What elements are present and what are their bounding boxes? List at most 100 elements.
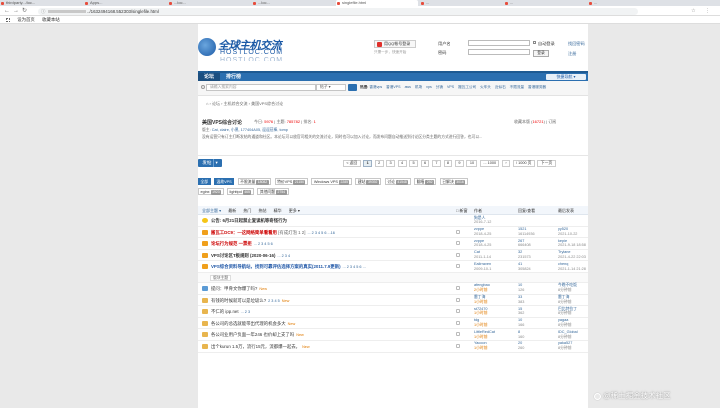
thread-author[interactable]: 雷丁海 1小时前 xyxy=(474,295,488,305)
search-button[interactable] xyxy=(348,84,357,91)
edit-checkbox[interactable] xyxy=(456,309,460,314)
thread-title-link[interactable]: 论坛行为规范 一票拒... 2 3 4 5 6 xyxy=(211,241,273,247)
edit-checkbox[interactable] xyxy=(456,320,460,325)
tag-filter[interactable]: 特价VPS 21150 xyxy=(274,178,308,185)
browser-toolbar-icons[interactable]: ☆ ⋮ xyxy=(691,7,714,15)
page-link[interactable]: 3 xyxy=(386,160,396,167)
thread-title-link[interactable]: 有钱的时候就可以是垃圾么? 2 3 4 5 New xyxy=(211,298,289,304)
hot-search-link[interactable]: 机场 xyxy=(415,85,422,89)
thread-author[interactable]: Yacoon 1小时前 xyxy=(474,341,488,351)
edit-checkbox[interactable] xyxy=(456,332,460,337)
thread-author[interactable]: Eailrraven 2009-10-1 xyxy=(474,262,491,272)
subscribe-link[interactable]: 订阅 xyxy=(548,119,556,124)
login-button[interactable]: 登录 xyxy=(533,50,549,57)
hot-search-link[interactable]: 火车头 xyxy=(480,85,491,89)
tag-filter[interactable]: 已解决 3016 xyxy=(439,178,468,185)
thread-pages[interactable]: 2 3 4 5 xyxy=(268,299,280,303)
site-logo[interactable]: 全球主机交流 HOSTLOC.COM HOSTLOC.COM xyxy=(198,36,328,61)
breadcrumb[interactable]: ⌂ › 论坛 › 主机综合交流 › 美国VPS综合讨论 xyxy=(206,101,283,107)
hot-search-link[interactable]: 香港vps xyxy=(369,85,382,89)
tag-filter[interactable]: 翻墙 292 xyxy=(414,178,437,185)
thread-last-post[interactable]: 巴比特拉丁 8分钟前 xyxy=(558,307,577,317)
filter-digest[interactable]: 精华 xyxy=(274,208,282,213)
thread-author[interactable]: st72470 1小时前 xyxy=(474,307,488,317)
hot-search-link[interactable]: 分销 xyxy=(436,85,443,89)
page-jump-input[interactable]: / 1000 页 xyxy=(512,160,535,167)
apps-icon[interactable] xyxy=(6,17,10,22)
thread-author[interactable]: LittleRedCat 1小时前 xyxy=(474,330,495,340)
thread-pages[interactable]: ... 2 3 4 5 6 xyxy=(254,242,273,246)
forgot-password-link[interactable]: 找回密码 xyxy=(568,41,585,47)
tag-filter[interactable]: 讨论 41548 xyxy=(384,178,411,185)
bookmark-item[interactable]: 设为首页 xyxy=(17,17,35,22)
search-scope-select[interactable]: 帖子 ▾ xyxy=(316,84,346,91)
next-page-button[interactable]: 下一页 xyxy=(537,160,556,167)
page-link[interactable]: 8 xyxy=(443,160,453,167)
page-link[interactable]: 7 xyxy=(432,160,441,167)
tag-filter[interactable]: Windows VPS 2285 xyxy=(311,178,352,185)
hot-search-link[interactable]: 近似石 xyxy=(495,85,506,89)
page-link[interactable]: 4 xyxy=(397,160,407,167)
page-link[interactable]: 6 xyxy=(420,160,430,167)
favorite-forum-button[interactable]: 收藏本版 (16721) | 订阅 xyxy=(514,119,556,125)
edit-checkbox[interactable] xyxy=(456,285,460,290)
edit-checkbox[interactable] xyxy=(456,343,460,348)
thread-title-link[interactable]: 各公司的总选就能带出代理的机会多大 New xyxy=(211,321,295,327)
thread-title-link[interactable]: 各公司业用户负面一年246 也价却上支了吗 New xyxy=(211,332,304,338)
thread-title-link[interactable]: 不仁的 ipp.net... 2 3 xyxy=(211,309,250,315)
new-post-button[interactable]: 发帖 ▾ xyxy=(198,159,222,167)
page-back-button[interactable]: < 返回 xyxy=(343,160,361,167)
thread-pages[interactable]: ... 2 3 xyxy=(241,310,251,314)
tag-filter[interactable]: 全部 xyxy=(198,178,211,185)
edit-checkbox[interactable] xyxy=(456,229,460,234)
page-link[interactable]: 9 xyxy=(454,160,464,167)
thread-last-post[interactable]: yaka527 8分钟前 xyxy=(558,341,572,351)
moderator-links[interactable]: Cat, claire, 小黑, 177404A05, 逗逗莅棒, tomp xyxy=(212,128,288,132)
thread-title-link[interactable]: VPS讨论区T板规则 (2020-06-16)... 2 3 4 xyxy=(211,253,290,259)
back-icon[interactable]: ← xyxy=(4,7,10,15)
nav-forum[interactable]: 论坛 xyxy=(198,73,221,81)
password-input[interactable] xyxy=(468,49,530,55)
thread-author[interactable]: zvppe 2018-4-25 xyxy=(474,227,491,237)
page-link[interactable]: 2 xyxy=(374,160,384,167)
thread-author[interactable]: zvppe 2018-4-25 xyxy=(474,239,491,249)
hot-search-link[interactable]: 香港VPS xyxy=(386,85,400,89)
edit-checkbox[interactable] xyxy=(456,241,460,246)
thread-last-post[interactable]: yagaa 8分钟前 xyxy=(558,318,572,328)
edit-checkbox[interactable] xyxy=(456,297,460,302)
page-link[interactable]: 5 xyxy=(409,160,418,167)
page-link-current[interactable]: 1 xyxy=(363,160,373,167)
filter-more[interactable]: 更多 ▾ xyxy=(289,208,300,213)
tag-filter[interactable]: 温故VPS xyxy=(213,178,235,185)
thread-pages[interactable]: ... 2 3 4 5 6 ... xyxy=(343,265,366,269)
hot-search-link[interactable]: 香港服务器 xyxy=(528,85,546,89)
search-input[interactable]: 请输入搜索内容 xyxy=(206,84,316,91)
hot-search-link[interactable]: VPS xyxy=(447,85,454,89)
bookmark-item[interactable]: 收藏本站 xyxy=(42,17,60,22)
tag-filter[interactable]: lighttpd 465 xyxy=(227,188,254,195)
remember-checkbox[interactable] xyxy=(533,41,536,44)
thread-title-link[interactable]: VPS综合资料导航站，找到可靠评估选择方案的真实(2011.7.9更新)... … xyxy=(211,264,366,270)
url-field[interactable]: ⓘ ../1632494168.552303/singlefile.html xyxy=(38,7,638,15)
page-jump-arrow[interactable]: › xyxy=(502,160,511,167)
qq-login-button[interactable]: 用QQ帐号登录 xyxy=(374,40,416,48)
filter-hot-posts[interactable]: 热帖 xyxy=(259,208,267,213)
hot-search-link[interactable]: vps xyxy=(426,85,432,89)
thread-last-post[interactable]: kepie 2021-9-18 18:58 xyxy=(558,239,586,249)
thread-title-link[interactable]: 出个kurun 1.5万，流行15元，流都爆一起去。 New xyxy=(211,344,310,350)
tag-filter[interactable]: 不限流量 18082 xyxy=(237,178,272,185)
tag-filter[interactable]: 建站 39392 xyxy=(355,178,382,185)
page-link-last[interactable]: ... 1000 xyxy=(480,160,500,167)
thread-title-link[interactable]: 提问：甲骨文你爆了吗? New xyxy=(211,286,267,292)
edit-checkbox[interactable] xyxy=(456,252,460,257)
filter-latest[interactable]: 最新 xyxy=(228,208,236,213)
thread-title-link[interactable]: 搬瓦工DC9：—这网络简单看看用 [有成灯泡 1 2]... 2 3 4 5 6… xyxy=(211,230,335,236)
hot-search-link[interactable]: aws xyxy=(405,85,411,89)
filter-all-threads[interactable]: 全部主题 ▾ xyxy=(202,208,221,213)
thread-author[interactable]: tdg 1小时前 xyxy=(474,318,488,328)
hot-search-link[interactable]: 搬瓦工公司 xyxy=(458,85,476,89)
page-link[interactable]: 10 xyxy=(466,160,478,167)
thread-last-post[interactable]: Trylane 2021-4-22 22:03 xyxy=(558,250,586,260)
thread-last-post[interactable]: chenq 2021-1-14 21:28 xyxy=(558,262,586,272)
register-link[interactable]: 注册 xyxy=(568,51,576,57)
